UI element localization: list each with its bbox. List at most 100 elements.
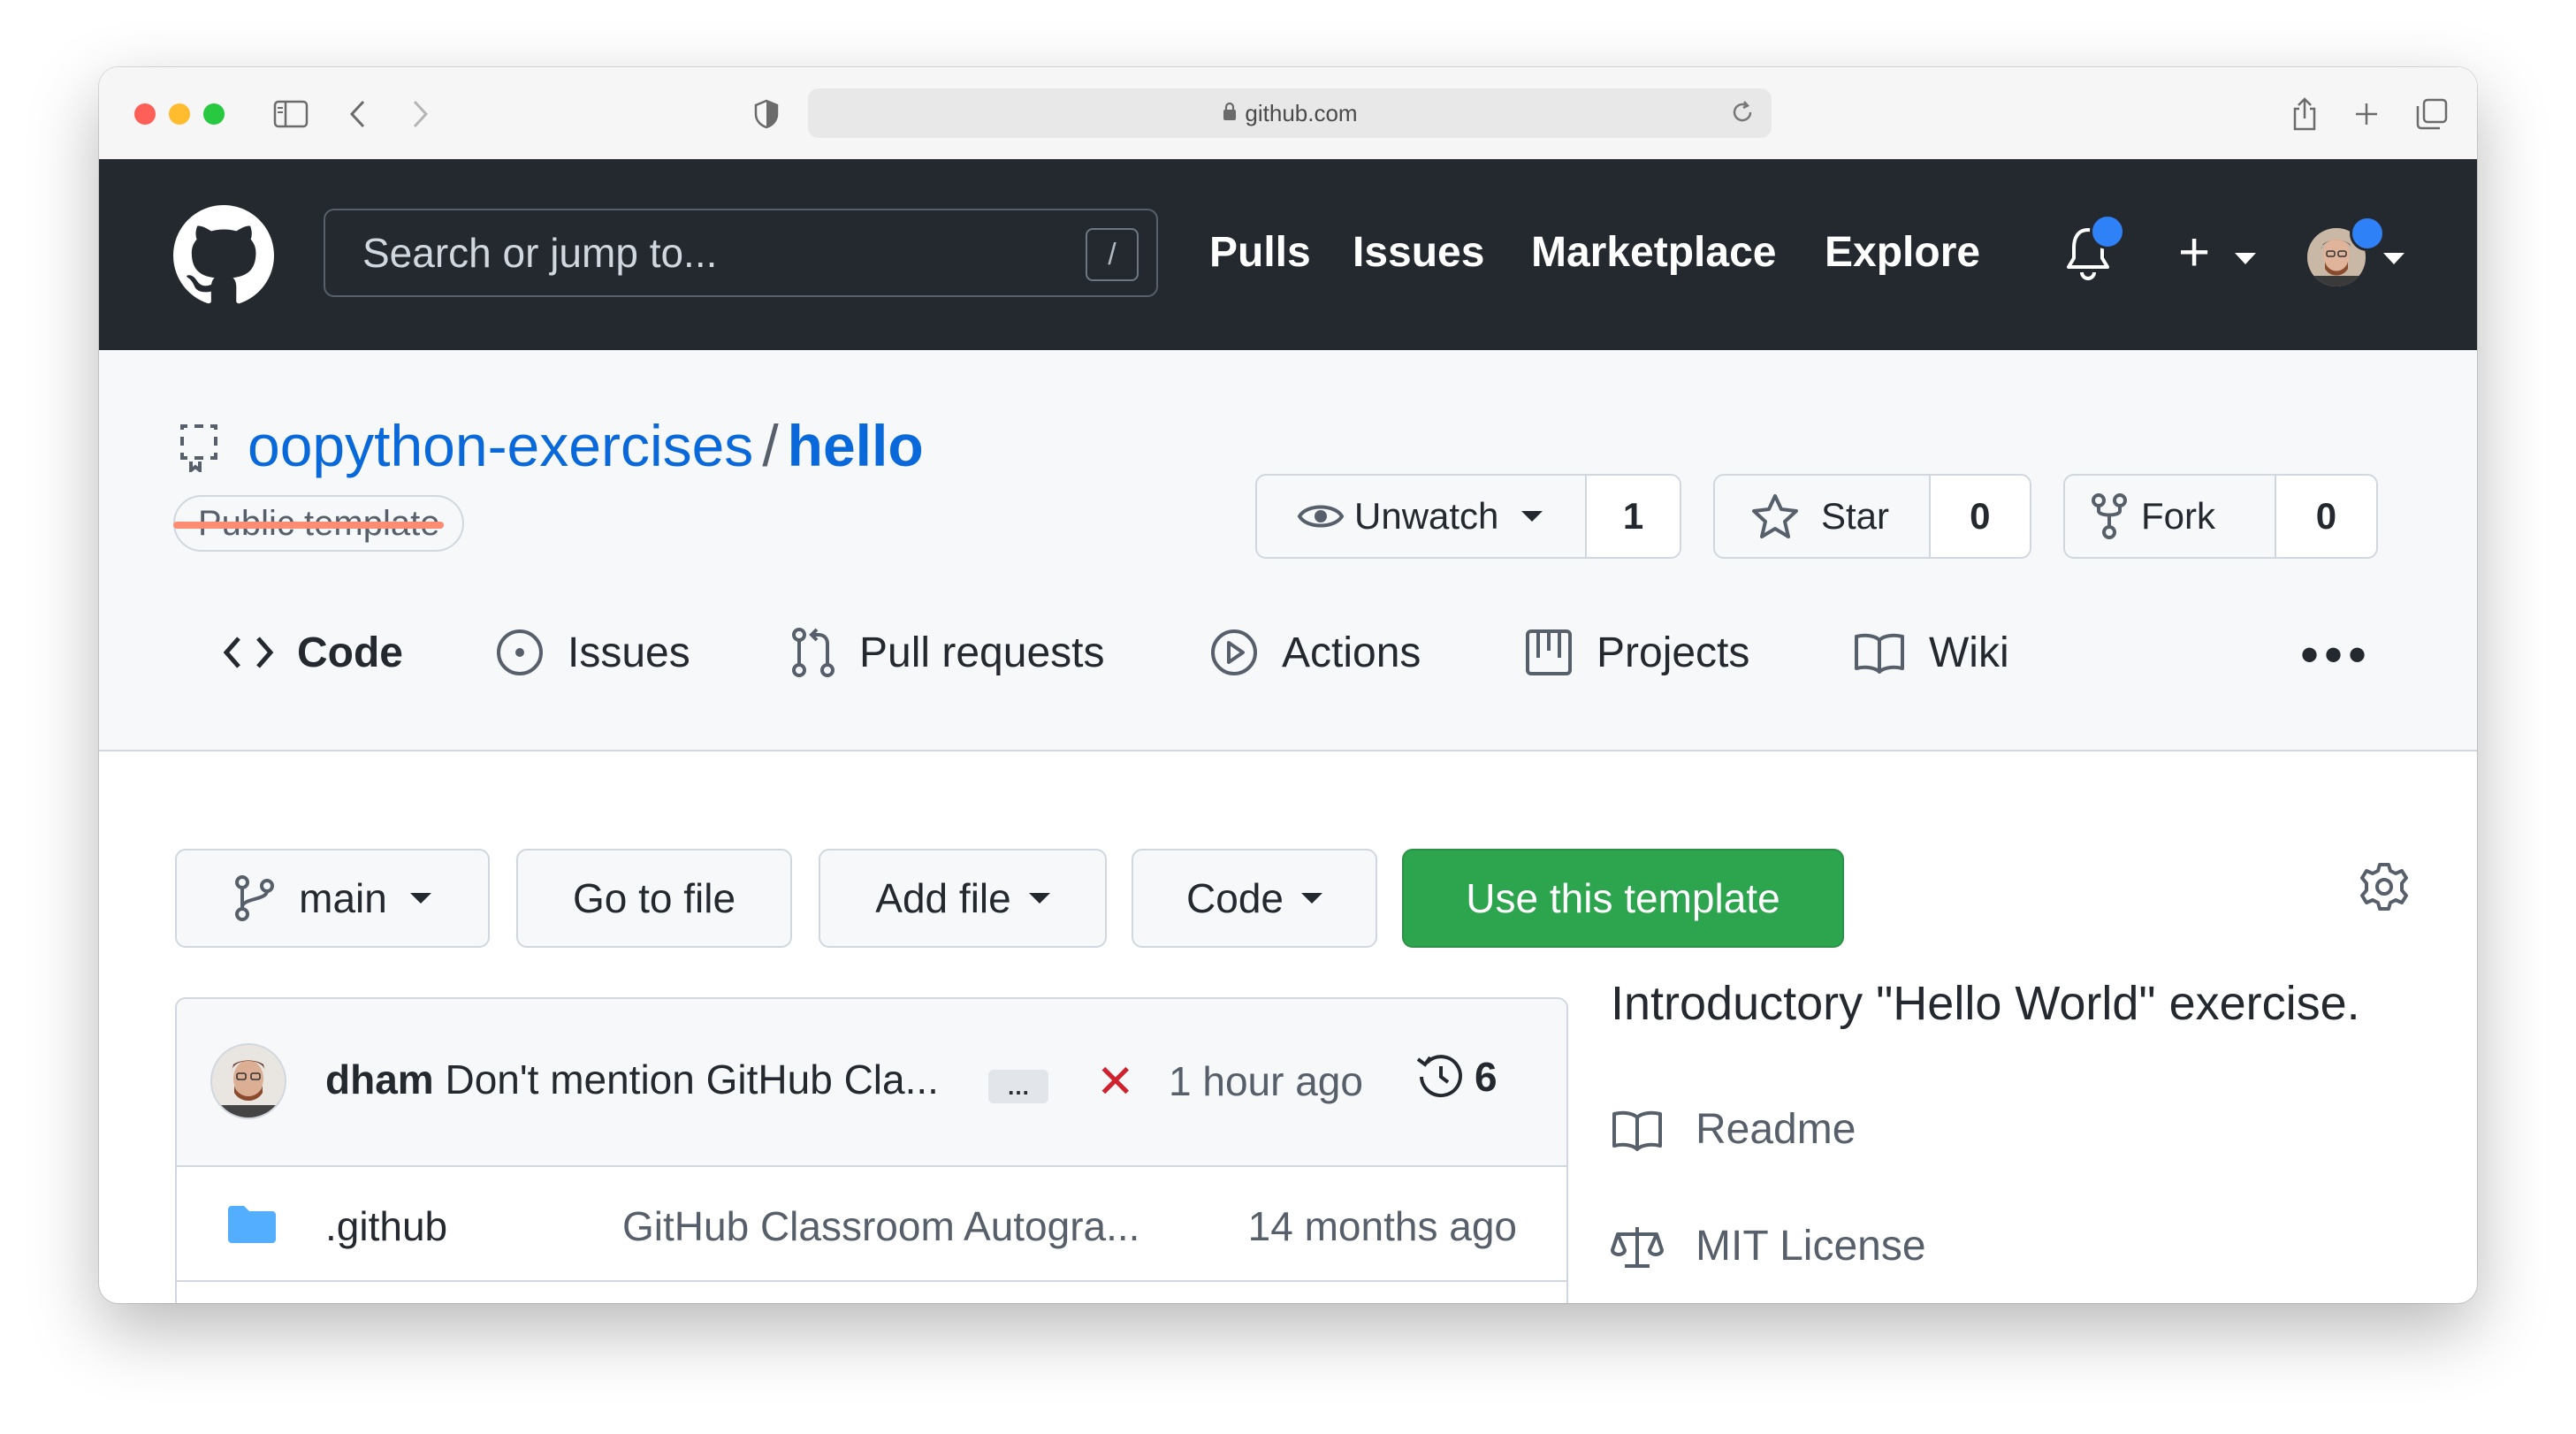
check-failed-icon[interactable]: ✕ <box>1096 1056 1135 1109</box>
create-new-icon[interactable]: + <box>2178 221 2210 284</box>
watch-button-group: Unwatch 1 <box>1255 474 1681 559</box>
latest-commit-row: dham Don't mention GitHub Cla... … ✕ 1 h… <box>177 999 1566 1167</box>
book-icon <box>1855 633 1904 674</box>
forward-icon[interactable] <box>398 92 442 136</box>
pull-request-icon <box>792 628 835 677</box>
file-commit-message[interactable]: GitHub Classroom Autogra... <box>622 1202 1139 1250</box>
address-bar[interactable]: github.com <box>808 88 1772 138</box>
readme-link[interactable]: Readme <box>1611 1105 1856 1154</box>
lock-icon <box>1222 100 1238 127</box>
repo-title-separator: / <box>762 413 779 478</box>
status-dot <box>2350 216 2385 251</box>
fork-icon <box>2092 493 2127 539</box>
tab-pull-requests[interactable]: Pull requests <box>790 599 1104 706</box>
gear-icon[interactable] <box>2359 861 2410 917</box>
eye-icon <box>1297 505 1345 528</box>
code-download-button[interactable]: Code <box>1132 849 1377 948</box>
search-placeholder: Search or jump to... <box>362 230 718 276</box>
fork-button[interactable]: Fork <box>2065 476 2275 557</box>
commit-time[interactable]: 1 hour ago <box>1169 1057 1363 1105</box>
zoom-window-button[interactable] <box>203 103 225 125</box>
file-row[interactable]: .github GitHub Classroom Autogra... 14 m… <box>177 1167 1566 1282</box>
tab-issues[interactable]: Issues <box>495 599 690 706</box>
code-button-label: Code <box>1186 875 1284 921</box>
share-icon[interactable] <box>2283 92 2327 136</box>
license-link[interactable]: MIT License <box>1611 1222 1926 1270</box>
github-logo-icon[interactable] <box>173 205 274 306</box>
tab-projects[interactable]: Projects <box>1524 599 1749 706</box>
tab-code-label: Code <box>297 629 403 676</box>
file-list-box: dham Don't mention GitHub Cla... … ✕ 1 h… <box>175 997 1568 1303</box>
repo-tabs: Code Issues Pull requests Actions Projec… <box>99 599 2477 706</box>
file-name[interactable]: .github <box>325 1202 447 1250</box>
nav-marketplace[interactable]: Marketplace <box>1531 228 1776 277</box>
unwatch-button[interactable]: Unwatch <box>1257 476 1585 557</box>
stars-count[interactable]: 0 <box>1928 476 2030 557</box>
star-button[interactable]: Star <box>1715 476 1929 557</box>
commit-summary: dham Don't mention GitHub Cla... <box>325 1056 939 1103</box>
nav-explore[interactable]: Explore <box>1825 228 1980 277</box>
privacy-shield-icon[interactable] <box>744 92 789 136</box>
branch-caret-icon <box>409 893 431 904</box>
close-window-button[interactable] <box>134 103 156 125</box>
tab-actions[interactable]: Actions <box>1209 599 1421 706</box>
watch-caret-icon <box>1521 511 1543 522</box>
commit-author[interactable]: dham <box>325 1056 434 1102</box>
commit-count: 6 <box>1475 1054 1498 1100</box>
add-file-label: Add file <box>875 875 1011 921</box>
sidebar-toggle-icon[interactable] <box>269 92 313 136</box>
star-label: Star <box>1821 495 1890 537</box>
tab-projects-label: Projects <box>1597 629 1750 676</box>
reload-icon[interactable] <box>1729 99 1756 132</box>
actions-play-icon <box>1211 629 1257 675</box>
commit-author-avatar[interactable] <box>210 1043 286 1119</box>
tab-wiki-label: Wiki <box>1929 629 2009 676</box>
go-to-file-button[interactable]: Go to file <box>516 849 792 948</box>
book-icon <box>1612 1110 1662 1151</box>
repo-description: Introductory "Hello World" exercise. <box>1611 977 2360 1030</box>
branch-name: main <box>299 875 387 921</box>
nav-issues[interactable]: Issues <box>1353 228 1484 277</box>
search-input[interactable]: Search or jump to... / <box>324 209 1158 297</box>
code-icon <box>223 637 274 668</box>
nav-pulls[interactable]: Pulls <box>1209 228 1311 277</box>
use-template-button[interactable]: Use this template <box>1402 849 1844 948</box>
projects-icon <box>1526 629 1572 675</box>
tab-actions-label: Actions <box>1282 629 1421 676</box>
commit-history-link[interactable]: 6 <box>1413 1052 1498 1102</box>
repo-title: oopython-exercises / hello <box>248 412 924 479</box>
watchers-count[interactable]: 1 <box>1585 476 1680 557</box>
back-icon[interactable] <box>336 92 380 136</box>
active-tab-indicator <box>173 522 444 529</box>
law-scale-icon <box>1611 1226 1664 1268</box>
user-menu-caret-icon[interactable] <box>2383 253 2405 264</box>
notifications-bell-icon[interactable] <box>2063 214 2125 286</box>
repo-owner-link[interactable]: oopython-exercises <box>248 413 753 478</box>
more-tabs-icon[interactable]: ••• <box>2300 624 2372 685</box>
tab-pull-requests-label: Pull requests <box>859 629 1105 676</box>
expand-commit-message-button[interactable]: … <box>988 1070 1048 1103</box>
github-header: Search or jump to... / Pulls Issues Mark… <box>99 159 2477 350</box>
tab-wiki[interactable]: Wiki <box>1853 599 2009 706</box>
tab-issues-label: Issues <box>568 629 690 676</box>
fork-button-group: Fork 0 <box>2063 474 2378 559</box>
forks-count[interactable]: 0 <box>2274 476 2376 557</box>
minimize-window-button[interactable] <box>169 103 190 125</box>
search-shortcut-key: / <box>1086 228 1139 281</box>
commit-message[interactable]: Don't mention GitHub Cla... <box>445 1056 938 1102</box>
issue-icon <box>497 629 543 675</box>
browser-window: github.com Search or jump to... / Pulls … <box>99 67 2477 1303</box>
tab-overview-icon[interactable] <box>2410 92 2454 136</box>
star-button-group: Star 0 <box>1713 474 2031 559</box>
repo-name-link[interactable]: hello <box>788 413 924 478</box>
repo-template-icon <box>179 423 219 477</box>
file-commit-time: 14 months ago <box>1247 1203 1517 1249</box>
url-text: github.com <box>1245 99 1358 126</box>
add-file-button[interactable]: Add file <box>819 849 1107 948</box>
branch-select-button[interactable]: main <box>175 849 490 948</box>
browser-toolbar: github.com <box>99 67 2477 160</box>
new-tab-icon[interactable] <box>2344 92 2389 136</box>
readme-label: Readme <box>1696 1106 1856 1153</box>
create-new-caret-icon[interactable] <box>2235 253 2256 264</box>
tab-code[interactable]: Code <box>223 599 403 706</box>
